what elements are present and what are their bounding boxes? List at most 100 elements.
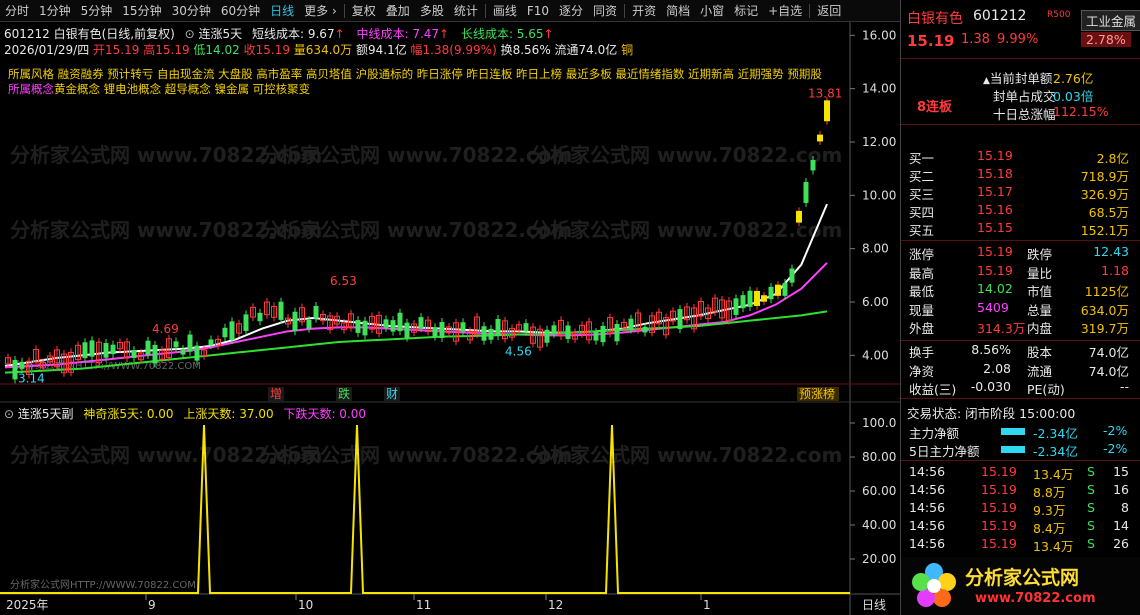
toolbar-item[interactable]: 统计 bbox=[449, 0, 483, 22]
stat-row: 涨停 15.19 跌停 12.43 bbox=[901, 244, 1140, 262]
candle-body bbox=[383, 319, 389, 328]
cell: -- bbox=[1119, 379, 1129, 394]
candle-body bbox=[747, 290, 753, 307]
candle-body bbox=[733, 298, 739, 315]
candle-body bbox=[194, 345, 200, 361]
toolbar-item[interactable]: 复权 bbox=[347, 0, 381, 22]
toolbar-item[interactable]: 30分钟 bbox=[167, 0, 216, 22]
toolbar-item[interactable]: 分时 bbox=[0, 0, 34, 22]
candle-body bbox=[404, 322, 410, 338]
candle-body bbox=[481, 326, 487, 341]
flow-bar bbox=[1001, 446, 1025, 453]
sector-button[interactable]: 工业金属 bbox=[1081, 10, 1140, 31]
tick-count: 26 bbox=[1113, 536, 1129, 551]
tick-row: 14:56 15.19 9.3万 S 8 bbox=[901, 500, 1140, 518]
tick-price: 15.19 bbox=[981, 482, 1017, 497]
toolbar-item[interactable]: 画线 bbox=[488, 0, 522, 22]
candle-body bbox=[775, 284, 781, 296]
tick-side: S bbox=[1087, 500, 1095, 515]
sub-y-tick: 60.00 bbox=[862, 484, 896, 498]
tick-time: 14:56 bbox=[909, 500, 946, 515]
cell: -0.030 bbox=[970, 379, 1011, 394]
bid-row: 买四 15.16 68.5万 bbox=[901, 202, 1140, 220]
event-tag: 预涨榜 bbox=[799, 386, 835, 401]
formula-icon[interactable]: ⊙ bbox=[4, 407, 14, 421]
y-tick-label: 14.00 bbox=[862, 82, 896, 96]
toolbar-item[interactable]: 多股 bbox=[415, 0, 449, 22]
candle-body bbox=[460, 322, 466, 332]
flow-pct: -2% bbox=[1103, 441, 1128, 456]
y-tick-label: 10.00 bbox=[862, 188, 896, 202]
flow-bar bbox=[1001, 428, 1025, 435]
candle-body bbox=[810, 160, 816, 171]
tick-price: 15.19 bbox=[981, 518, 1017, 533]
cell: 74.0亿 bbox=[1088, 363, 1129, 379]
y-tick-label: 12.00 bbox=[862, 135, 896, 149]
cell: 319.7万 bbox=[1080, 321, 1129, 336]
watermark: 分析家公式网 www.70822.com bbox=[260, 218, 572, 242]
stat-row: 净资 2.08 流通 74.0亿 bbox=[901, 361, 1140, 379]
toolbar-item[interactable]: 标记 bbox=[729, 0, 763, 22]
candle-body bbox=[180, 349, 186, 355]
cell: 最低 bbox=[909, 284, 935, 299]
price-label: 6.53 bbox=[330, 274, 357, 288]
candle-body bbox=[803, 182, 809, 203]
candle-body bbox=[390, 320, 396, 332]
cell: 12.43 bbox=[1093, 244, 1129, 259]
candle-body bbox=[677, 309, 683, 330]
candle-body bbox=[754, 290, 760, 306]
tick-side: S bbox=[1087, 518, 1095, 533]
candle-body bbox=[82, 342, 88, 359]
bid-price: 15.17 bbox=[977, 184, 1013, 199]
stat-row: 外盘 314.3万 内盘 319.7万 bbox=[901, 318, 1140, 336]
toolbar-item[interactable]: 5分钟 bbox=[76, 0, 118, 22]
stat-row: 现量 5409 总量 634.0万 bbox=[901, 300, 1140, 318]
x-tick-label: 9 bbox=[148, 598, 156, 612]
cell: 74.0亿 bbox=[1088, 345, 1129, 360]
tick-row: 14:56 15.19 8.4万 S 14 bbox=[901, 518, 1140, 536]
stat-row: 最低 14.02 市值 1125亿 bbox=[901, 281, 1140, 299]
x-tick-label: 10 bbox=[298, 598, 313, 612]
stat-row: 收益(三) -0.030 PE(动) -- bbox=[901, 379, 1140, 397]
candle-body bbox=[418, 317, 424, 328]
candle-body bbox=[257, 312, 263, 322]
toolbar-item[interactable]: 小窗 bbox=[695, 0, 729, 22]
candle-body bbox=[740, 295, 746, 309]
watermark: 分析家公式网 www.70822.com bbox=[260, 143, 572, 167]
candle-body bbox=[145, 340, 151, 355]
toolbar-item[interactable]: 更多 › bbox=[299, 0, 342, 22]
candle-body bbox=[789, 268, 795, 283]
watermark-small: 分析家公式网HTTP://WWW.70822.COM bbox=[10, 578, 196, 591]
toolbar-item[interactable]: F10 bbox=[522, 0, 554, 22]
price-label: 13.81 bbox=[808, 87, 842, 101]
candle-body bbox=[278, 301, 284, 320]
candle-body bbox=[642, 326, 648, 333]
tick-side: S bbox=[1087, 536, 1095, 551]
toolbar-item[interactable]: 简档 bbox=[661, 0, 695, 22]
flow-pct: -2% bbox=[1103, 423, 1128, 438]
toolbar-item[interactable]: 逐分 bbox=[554, 0, 588, 22]
toolbar-item[interactable]: 60分钟 bbox=[216, 0, 265, 22]
y-tick-label: 8.00 bbox=[862, 242, 889, 256]
cell: 634.0万 bbox=[1080, 302, 1129, 318]
candle-body bbox=[89, 340, 95, 357]
tick-price: 15.19 bbox=[981, 536, 1017, 551]
tick-volume: 13.4万 bbox=[1033, 467, 1074, 482]
sector-pct: 2.78% bbox=[1081, 32, 1131, 47]
toolbar-item[interactable]: 开资 bbox=[627, 0, 661, 22]
toolbar-item[interactable]: +自选 bbox=[763, 0, 807, 22]
cell: 市值 bbox=[1027, 284, 1053, 299]
candle-body bbox=[12, 359, 18, 380]
bid-volume: 152.1万 bbox=[1080, 223, 1129, 238]
toolbar-item[interactable]: 同资 bbox=[588, 0, 622, 22]
cell: 收益(三) bbox=[909, 382, 957, 397]
toolbar-item[interactable]: 叠加 bbox=[381, 0, 415, 22]
toolbar-item[interactable]: 15分钟 bbox=[117, 0, 166, 22]
candle-body bbox=[523, 323, 529, 332]
cell: 1.18 bbox=[1101, 262, 1129, 278]
tick-row: 14:56 15.19 8.8万 S 16 bbox=[901, 482, 1140, 500]
toolbar-item[interactable]: 1分钟 bbox=[34, 0, 76, 22]
toolbar-item[interactable]: 返回 bbox=[812, 0, 846, 22]
cell: 8.56% bbox=[971, 342, 1011, 357]
toolbar-item[interactable]: 日线 bbox=[265, 0, 299, 22]
